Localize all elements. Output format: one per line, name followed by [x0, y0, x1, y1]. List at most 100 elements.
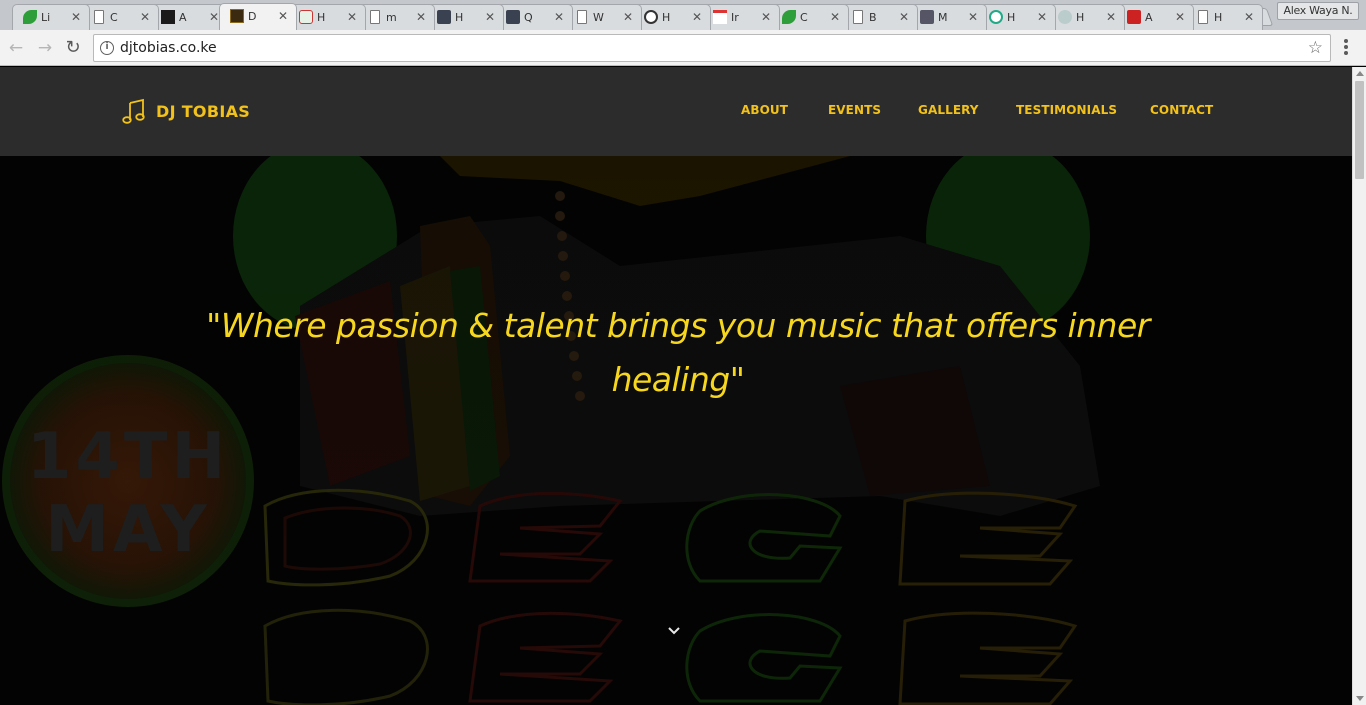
tab-title: C	[110, 11, 118, 24]
hub-icon	[989, 10, 1003, 24]
page-scrollbar[interactable]	[1352, 67, 1366, 705]
tab-title: H	[662, 11, 671, 24]
hero-quote: "Where passion & talent brings you music…	[206, 306, 1150, 399]
leaf-icon	[782, 10, 796, 24]
puzzle-icon	[299, 10, 313, 24]
poster-date-line2: MAY	[45, 493, 210, 567]
browser-tab[interactable]: Li ✕	[12, 4, 90, 30]
document-icon	[853, 10, 863, 24]
document-icon	[1198, 10, 1208, 24]
browser-tab[interactable]: C ✕	[81, 4, 159, 30]
scroll-up-arrow-icon[interactable]	[1356, 71, 1364, 76]
tab-title: H	[1007, 11, 1016, 24]
browser-tab[interactable]: H ✕	[288, 4, 366, 30]
tab-title: Q	[524, 11, 533, 24]
tab-title: D	[248, 10, 257, 23]
circle-logo-icon	[644, 10, 658, 24]
tab-title: Ir	[731, 11, 739, 24]
back-button[interactable]: ←	[5, 37, 27, 59]
close-tab-icon[interactable]: ✕	[968, 9, 978, 25]
hero-section: 14TH MAY "Where passion & talent brings …	[0, 156, 1352, 705]
scroll-down-arrow-icon[interactable]	[1356, 696, 1364, 701]
close-tab-icon[interactable]: ✕	[1175, 9, 1185, 25]
page-viewport: DJ TOBIAS ABOUT EVENTS GALLERY TESTIMONI…	[0, 67, 1352, 705]
leaf-icon	[23, 10, 37, 24]
bookmark-star-icon[interactable]: ☆	[1308, 38, 1323, 58]
url-text[interactable]: djtobias.co.ke	[120, 40, 217, 56]
browser-tab[interactable]: m ✕	[357, 4, 435, 30]
browser-tab[interactable]: H ✕	[633, 4, 711, 30]
nav-gallery[interactable]: GALLERY	[918, 103, 979, 117]
chevron-down-icon[interactable]	[667, 626, 681, 636]
document-icon	[370, 10, 380, 24]
site-header: DJ TOBIAS ABOUT EVENTS GALLERY TESTIMONI…	[0, 67, 1352, 156]
tab-title: m	[386, 11, 397, 24]
close-tab-icon[interactable]: ✕	[554, 9, 564, 25]
close-tab-icon[interactable]: ✕	[1244, 9, 1254, 25]
scrollbar-thumb[interactable]	[1355, 81, 1364, 179]
dark-square-icon	[161, 10, 175, 24]
reload-button[interactable]: ↻	[62, 37, 84, 59]
browser-tab[interactable]: A ✕	[150, 4, 228, 30]
browser-tab[interactable]: Ir ✕	[702, 4, 780, 30]
close-tab-icon[interactable]: ✕	[1037, 9, 1047, 25]
brand-name: DJ TOBIAS	[156, 101, 251, 121]
close-tab-icon[interactable]: ✕	[71, 9, 81, 25]
close-tab-icon[interactable]: ✕	[347, 9, 357, 25]
close-tab-icon[interactable]: ✕	[1106, 9, 1116, 25]
tab-title: C	[800, 11, 808, 24]
browser-tab[interactable]: A ✕	[1116, 4, 1194, 30]
nav-events[interactable]: EVENTS	[828, 103, 881, 117]
tab-title: Li	[41, 11, 51, 24]
tab-title: H	[455, 11, 464, 24]
hero-background-image: 14TH MAY	[0, 156, 1352, 705]
nav-about[interactable]: ABOUT	[741, 103, 788, 117]
profile-button[interactable]: Alex Waya N.	[1277, 2, 1359, 20]
close-tab-icon[interactable]: ✕	[623, 9, 633, 25]
browser-tab[interactable]: C ✕	[771, 4, 849, 30]
tab-title: A	[179, 11, 187, 24]
browser-tab[interactable]: H ✕	[1185, 4, 1263, 30]
document-icon	[94, 10, 104, 24]
close-tab-icon[interactable]: ✕	[761, 9, 771, 25]
close-tab-icon[interactable]: ✕	[899, 9, 909, 25]
browser-menu-icon[interactable]	[1342, 39, 1350, 57]
tab-title: H	[1214, 11, 1223, 24]
browser-tab-strip: Li ✕ C ✕ A ✕ D ✕ H ✕ m ✕ H ✕ Q ✕ W ✕ H ✕ Ir ✕ C ✕ B ✕ M ✕ H ✕ H ✕ A ✕ H ✕ A…	[0, 0, 1366, 30]
avatar-icon	[920, 10, 934, 24]
close-tab-icon[interactable]: ✕	[278, 8, 288, 24]
info-icon[interactable]: i	[100, 41, 114, 55]
tab-title: A	[1145, 11, 1153, 24]
browser-tab[interactable]: D ✕	[219, 3, 297, 30]
browser-tab[interactable]: H ✕	[978, 4, 1056, 30]
browser-tab[interactable]: H ✕	[1047, 4, 1125, 30]
browser-tab[interactable]: M ✕	[909, 4, 987, 30]
music-note-icon	[122, 98, 145, 124]
tab-title: M	[938, 11, 948, 24]
browser-tab[interactable]: W ✕	[564, 4, 642, 30]
close-tab-icon[interactable]: ✕	[830, 9, 840, 25]
dj-logo-icon	[230, 9, 244, 23]
tab-title: B	[869, 11, 877, 24]
address-bar[interactable]: i djtobias.co.ke ☆	[93, 34, 1331, 62]
site-brand[interactable]: DJ TOBIAS	[122, 98, 250, 124]
tab-title: W	[593, 11, 604, 24]
close-tab-icon[interactable]: ✕	[209, 9, 219, 25]
close-tab-icon[interactable]: ✕	[140, 9, 150, 25]
tab-title: H	[317, 11, 326, 24]
nav-testimonials[interactable]: TESTIMONIALS	[1016, 103, 1117, 117]
browser-toolbar: ← → ↻ i djtobias.co.ke ☆	[0, 30, 1366, 66]
gear-logo-icon	[1058, 10, 1072, 24]
close-tab-icon[interactable]: ✕	[692, 9, 702, 25]
forward-button[interactable]: →	[34, 37, 56, 59]
document-icon	[577, 10, 587, 24]
browser-tab[interactable]: Q ✕	[495, 4, 573, 30]
close-tab-icon[interactable]: ✕	[485, 9, 495, 25]
screen-icon	[437, 10, 451, 24]
screen-icon	[506, 10, 520, 24]
close-tab-icon[interactable]: ✕	[416, 9, 426, 25]
browser-tab[interactable]: B ✕	[840, 4, 918, 30]
nav-contact[interactable]: CONTACT	[1150, 103, 1213, 117]
browser-tab[interactable]: H ✕	[426, 4, 504, 30]
gmail-icon	[713, 10, 727, 24]
